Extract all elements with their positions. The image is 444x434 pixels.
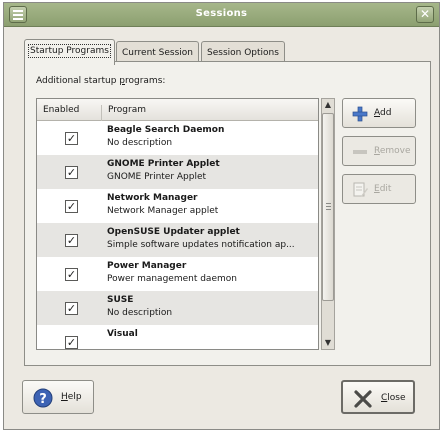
- close-button-label: Close: [381, 393, 406, 403]
- edit-button-label: Edit: [374, 184, 392, 194]
- startup-programs-panel: Additional startup programs: Enabled Pro…: [24, 61, 431, 366]
- enabled-checkbox[interactable]: ✓: [65, 234, 78, 247]
- scroll-thumb[interactable]: [322, 113, 334, 301]
- help-icon: ?: [33, 388, 53, 408]
- close-icon: [354, 390, 372, 408]
- table-row[interactable]: ✓ SUSE No description: [37, 291, 318, 325]
- minus-icon: [353, 150, 367, 154]
- tab-startup-programs[interactable]: Startup Programs: [24, 39, 115, 65]
- program-description: No description: [107, 308, 173, 318]
- program-rows: ✓ Beagle Search Daemon No description ✓ GNOM…: [37, 121, 318, 349]
- list-scrollbar[interactable]: ▲ ▼: [321, 98, 335, 350]
- startup-programs-list[interactable]: Enabled Program ✓ Beagle Search Daemon No …: [36, 98, 319, 350]
- svg-text:?: ?: [39, 392, 47, 407]
- edit-icon: [353, 182, 368, 197]
- add-button-label: Add: [374, 108, 392, 118]
- enabled-checkbox[interactable]: ✓: [65, 336, 78, 349]
- edit-button[interactable]: Edit: [342, 174, 416, 204]
- window-title: Sessions: [195, 8, 248, 19]
- scroll-up-icon[interactable]: ▲: [322, 99, 334, 111]
- scroll-down-icon[interactable]: ▼: [322, 337, 334, 349]
- remove-button[interactable]: Remove: [342, 136, 416, 166]
- table-row[interactable]: ✓ GNOME Printer Applet GNOME Printer Apple…: [37, 155, 318, 189]
- program-name: SUSE: [107, 295, 134, 305]
- window-close-button[interactable]: ✕: [416, 6, 434, 23]
- program-name: GNOME Printer Applet: [107, 159, 220, 169]
- enabled-checkbox[interactable]: ✓: [65, 200, 78, 213]
- plus-icon: [352, 106, 368, 122]
- table-row[interactable]: ✓ Network Manager Network Manager applet: [37, 189, 318, 223]
- enabled-checkbox[interactable]: ✓: [65, 302, 78, 315]
- program-description: Network Manager applet: [107, 206, 219, 216]
- table-row[interactable]: ✓ Visual: [37, 325, 318, 349]
- list-header: Enabled Program: [37, 99, 318, 121]
- program-name: Network Manager: [107, 193, 198, 203]
- enabled-checkbox[interactable]: ✓: [65, 132, 78, 145]
- table-row[interactable]: ✓ OpenSUSE Updater applet Simple software …: [37, 223, 318, 257]
- program-name: Beagle Search Daemon: [107, 125, 225, 135]
- column-header-enabled[interactable]: Enabled: [43, 105, 79, 115]
- help-button[interactable]: ? Help: [22, 380, 94, 414]
- startup-programs-heading: Additional startup programs:: [36, 76, 166, 86]
- enabled-checkbox[interactable]: ✓: [65, 268, 78, 281]
- program-description: No description: [107, 138, 173, 148]
- enabled-checkbox[interactable]: ✓: [65, 166, 78, 179]
- help-button-label: Help: [61, 392, 82, 402]
- remove-button-label: Remove: [374, 146, 411, 156]
- close-x-icon: ✕: [419, 7, 431, 21]
- table-row[interactable]: ✓ Beagle Search Daemon No description: [37, 121, 318, 155]
- add-button[interactable]: Add: [342, 98, 416, 128]
- table-row[interactable]: ✓ Power Manager Power management daemon: [37, 257, 318, 291]
- program-description: Power management daemon: [107, 274, 237, 284]
- sessions-window: Sessions ✕ Startup Programs Current Sess…: [3, 2, 440, 430]
- program-name: Power Manager: [107, 261, 187, 271]
- title-bar: Sessions ✕: [4, 3, 439, 27]
- program-description: GNOME Printer Applet: [107, 172, 207, 182]
- close-button[interactable]: Close: [341, 380, 415, 414]
- program-name: Visual: [107, 329, 138, 339]
- program-description: Simple software updates notification ap.…: [107, 240, 295, 250]
- program-name: OpenSUSE Updater applet: [107, 227, 240, 237]
- column-header-program[interactable]: Program: [108, 105, 146, 115]
